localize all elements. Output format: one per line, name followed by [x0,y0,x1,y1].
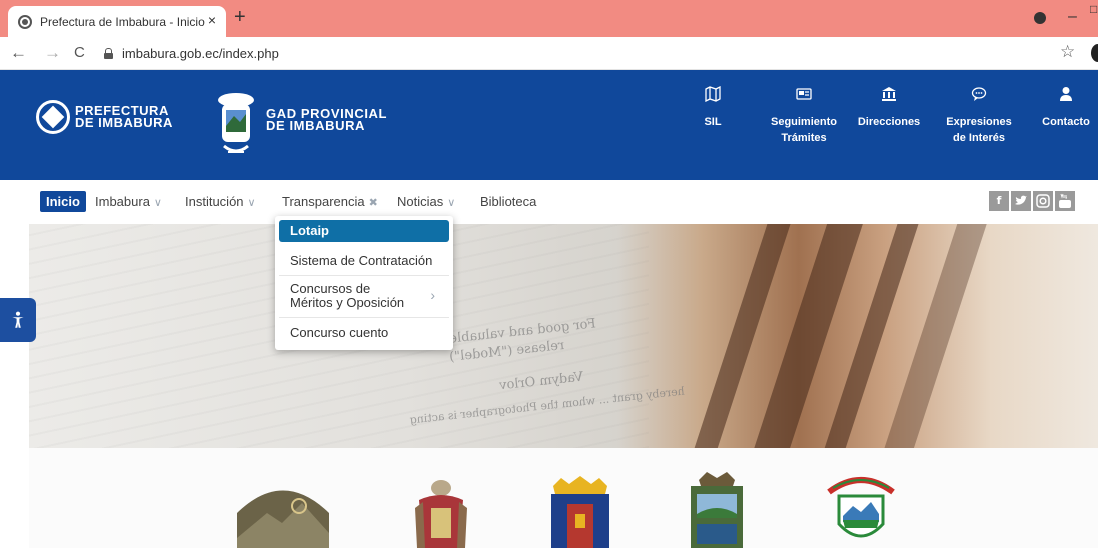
tab-title: Prefectura de Imbabura - Inicio [40,14,205,29]
chevron-down-icon: ∨ [447,197,456,209]
top-nav-label: Direcciones [857,116,921,128]
nav-label: Institución [185,194,244,209]
nav-item-noticias[interactable]: Noticias ∨ [397,194,455,209]
accessibility-button[interactable] [0,298,36,342]
top-nav-contacto[interactable]: Contacto [1038,86,1094,130]
mountain-badge-icon[interactable] [227,478,339,548]
top-nav-expresiones-de-interes[interactable]: Expresiones de Interés [940,86,1018,146]
map-icon [705,86,721,102]
chevron-right-icon: › [430,287,435,303]
top-nav-sil[interactable]: SIL [698,86,728,130]
nav-item-inicio[interactable]: Inicio [40,191,86,212]
lock-icon [104,47,113,59]
top-nav-label: Expresiones de Interés [946,116,1012,144]
dropdown-item-lotaip[interactable]: Lotaip [279,220,449,242]
nav-label: Noticias [397,194,444,209]
top-nav-label: Contacto [1042,116,1090,128]
url-text: imbabura.gob.ec/index.php [122,45,279,61]
transparencia-dropdown: Lotaip Sistema de Contratación Concursos… [275,216,453,350]
extension-icon[interactable] [1091,44,1098,62]
tab-close-button[interactable]: × [208,12,216,28]
profile-icon[interactable] [1034,12,1046,24]
logo-line-2: DE IMBABURA [75,115,173,130]
dropdown-item-concursos-meritos[interactable]: Concursos de Méritos y Oposición › [279,276,449,318]
nav-item-transparencia[interactable]: Transparencia ✖ [282,194,378,209]
chevron-down-icon: ∨ [153,197,162,209]
city-shield-icon[interactable] [545,474,615,548]
minimize-button[interactable]: – [1068,8,1077,26]
prefectura-emblem-icon [36,100,70,134]
maximize-button[interactable]: □ [1090,2,1097,16]
accessibility-icon [12,311,24,328]
nav-item-institucion[interactable]: Institución ∨ [185,194,256,209]
nav-label: Transparencia [282,194,365,209]
cantonal-emblem-icon[interactable] [823,472,899,548]
main-navigation: Inicio Imbabura ∨ Institución ∨ Transparen… [0,180,1098,224]
top-nav-seguimiento-tramites[interactable]: Seguimiento Trámites [766,86,842,146]
top-nav-direcciones[interactable]: Direcciones [854,86,924,130]
site-favicon-icon [18,14,32,29]
nav-item-imbabura[interactable]: Imbabura ∨ [95,194,162,209]
chat-bubble-icon [971,87,987,101]
institutions-logos-strip [29,448,1098,548]
dropdown-item-sistema-contratacion[interactable]: Sistema de Contratación [279,246,449,276]
reload-button[interactable]: C [74,44,85,61]
provincial-crest-icon [218,93,254,153]
nav-item-biblioteca[interactable]: Biblioteca [480,194,536,209]
browser-tab[interactable]: Prefectura de Imbabura - Inicio × [8,6,226,37]
gad-line-2: DE IMBABURA [266,118,366,133]
user-icon [1060,87,1072,101]
top-nav-label: Seguimiento Trámites [770,116,837,144]
prefectura-logo[interactable]: PREFECTURA DE IMBABURA [36,100,173,134]
back-button[interactable]: ← [10,43,27,63]
address-bar-row: ← → C imbabura.gob.ec/index.php ☆ [0,37,1098,70]
youtube-icon[interactable] [1055,191,1075,211]
dropdown-item-label: Concursos de Méritos y Oposición [290,281,405,310]
browser-tab-bar: Prefectura de Imbabura - Inicio × + – □ [0,0,1098,37]
forward-button[interactable]: → [44,43,61,63]
new-tab-button[interactable]: + [234,6,246,28]
nav-label: Imbabura [95,194,150,209]
dropdown-item-concurso-cuento[interactable]: Concurso cuento [279,318,449,348]
municipal-shield-icon[interactable] [685,470,749,548]
instagram-icon[interactable] [1033,191,1053,211]
url-field[interactable]: imbabura.gob.ec/index.php [104,42,1074,64]
chevron-down-icon: ∨ [247,197,256,209]
site-header: PREFECTURA DE IMBABURA GAD PROVINCIAL DE… [0,70,1098,180]
top-nav-label: SIL [704,116,722,128]
hero-banner: For good and valuable release ("Model") … [29,224,1098,448]
id-card-icon [796,88,812,100]
prefectura-logo-text: PREFECTURA DE IMBABURA [75,104,173,130]
institution-icon [882,87,896,101]
close-x-icon: ✖ [368,197,378,209]
facebook-icon[interactable]: f [989,191,1009,211]
twitter-icon[interactable] [1011,191,1031,211]
bookmark-star-button[interactable]: ☆ [1060,42,1075,62]
gad-logo-text[interactable]: GAD PROVINCIAL DE IMBABURA [266,107,387,133]
coat-of-arms-icon[interactable] [413,478,469,548]
